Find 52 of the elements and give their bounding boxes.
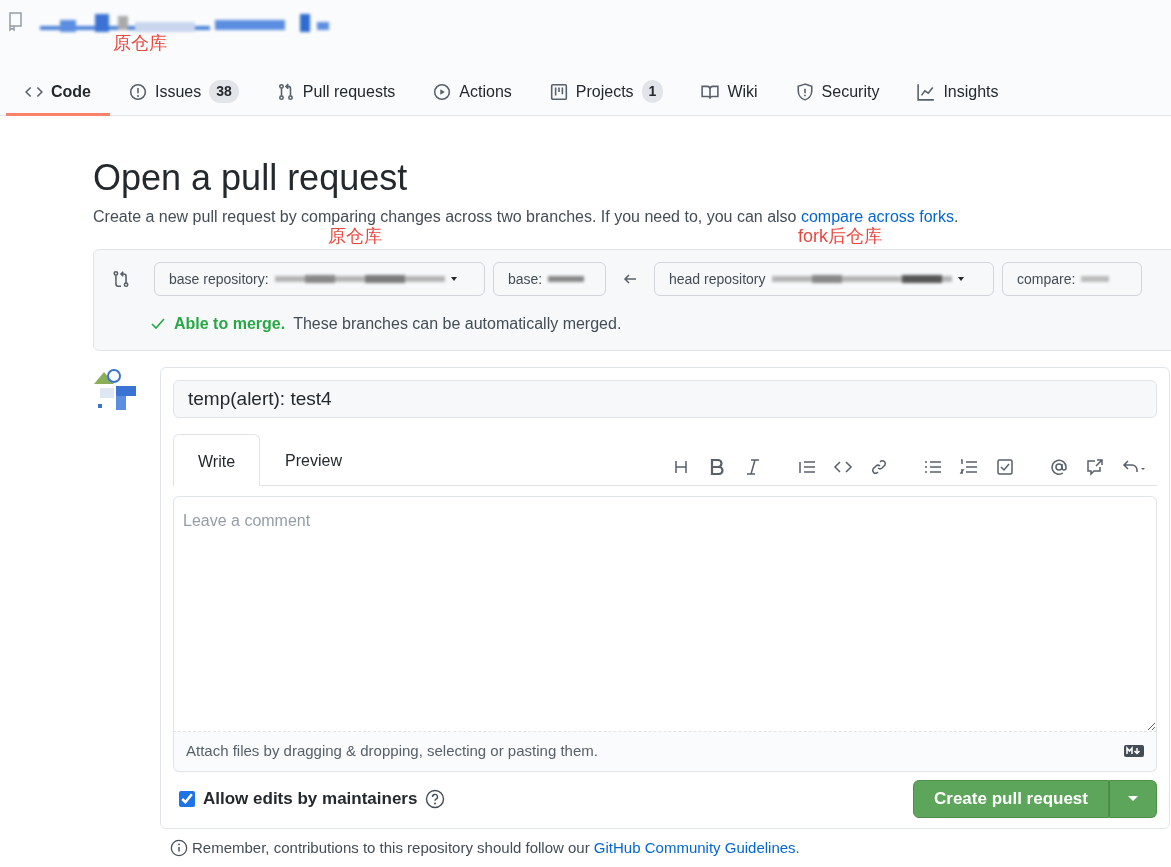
repo-tab[interactable]: Wiki: [682, 70, 777, 116]
title-field[interactable]: temp(alert): test4: [173, 380, 1157, 419]
mention-icon[interactable]: [1049, 457, 1069, 478]
check-icon: [150, 317, 166, 332]
repo-tab[interactable]: Code: [6, 70, 110, 116]
compare-branch-select[interactable]: compare:: [1002, 262, 1142, 297]
guidelines-note: Remember, contributions to this repository should follow our GitHub Community Guidelines.: [192, 837, 800, 858]
redacted-value: [548, 274, 585, 285]
shield-icon: [795, 82, 814, 101]
dropdown-button[interactable]: [1109, 779, 1157, 818]
graph-icon: [917, 82, 936, 101]
issue-icon: [129, 82, 147, 101]
repo-tab[interactable]: Insights: [898, 70, 1018, 116]
merge-status: Able to merge.: [174, 314, 286, 335]
base-branch-select[interactable]: base:: [493, 262, 606, 297]
redacted-value: [1081, 274, 1110, 285]
play-icon: [433, 82, 452, 101]
repo-tab[interactable]: Security: [776, 70, 899, 116]
editor-tab[interactable]: Write: [173, 434, 261, 487]
editor-tab[interactable]: Preview: [260, 434, 367, 486]
help-icon[interactable]: [425, 788, 446, 809]
pull-request-icon: [276, 82, 295, 101]
repo-tab[interactable]: Actions: [414, 70, 531, 116]
annotation-label: fork后仓库: [798, 225, 882, 249]
counter-label: 38: [209, 80, 239, 103]
allow-edits-checkbox[interactable]: [179, 790, 195, 807]
merge-message: These branches can be automatically merged.: [293, 314, 622, 335]
compare-forks-link[interactable]: compare across forks: [800, 208, 954, 226]
repo-tab[interactable]: Issues 38: [110, 70, 258, 116]
guidelines-link[interactable]: GitHub Community Guidelines: [593, 838, 796, 856]
annotation-label: 原仓库: [328, 225, 382, 249]
markdown-icon: [1124, 745, 1144, 758]
comment-field[interactable]: Leave a comment: [173, 496, 1157, 733]
head-repository-select[interactable]: head repository: [654, 262, 994, 297]
compare-icon: [112, 270, 130, 289]
attach-hint: Attach files by dragging & dropping, selecting or pasting them.: [186, 741, 598, 762]
reference-icon[interactable]: [1085, 457, 1105, 478]
info-icon: [170, 838, 188, 857]
allow-edits-label[interactable]: Allow edits by maintainers: [203, 785, 418, 812]
caret-icon: [1128, 796, 1138, 803]
task-list-icon[interactable]: [995, 457, 1015, 478]
page-heading: Open a pull request: [93, 156, 409, 200]
annotation-label: 原仓库: [113, 32, 167, 55]
repo-tab[interactable]: Projects 1: [530, 70, 683, 116]
project-board-icon: [549, 82, 568, 101]
repo-icon: [8, 12, 24, 32]
caret-icon: [957, 276, 964, 283]
caret-icon: [450, 276, 457, 283]
description-text: Create a new pull request by comparing changes across two branches. If you need to, you can also compare across forks.: [93, 207, 960, 227]
base-repository-select[interactable]: base repository:: [154, 262, 485, 297]
counter-label: 1: [641, 80, 664, 103]
repo-tab[interactable]: Pull requests: [257, 70, 415, 116]
